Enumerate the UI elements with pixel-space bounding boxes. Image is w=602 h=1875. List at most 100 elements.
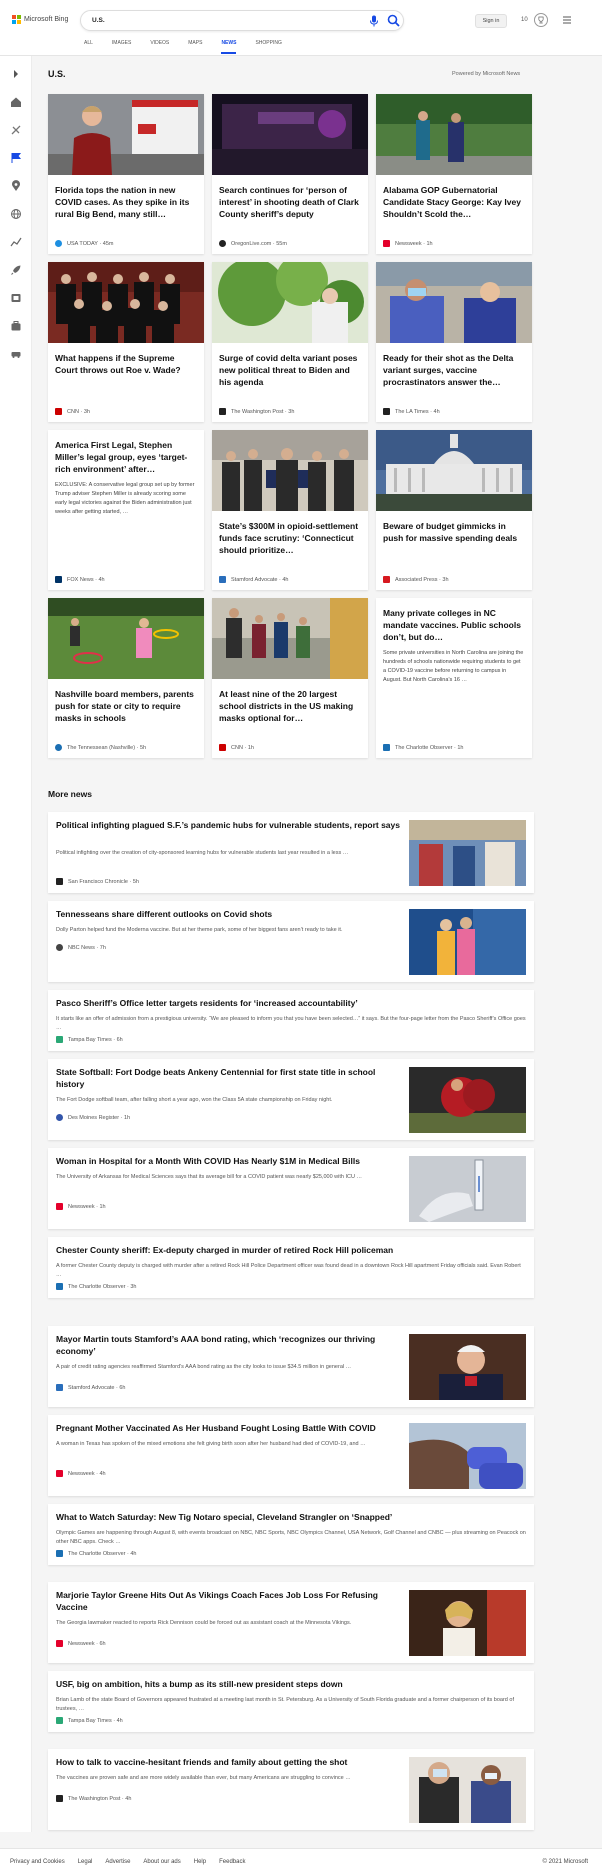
card-image [376,430,532,511]
news-title[interactable]: How to talk to vaccine-hesitant friends … [56,1756,401,1768]
list-item[interactable]: What to Watch Saturday: New Tig Notaro s… [48,1504,534,1565]
news-snippet: A woman in Texas has spoken of the mixed… [56,1441,366,1447]
source-name: Newsweek [395,240,422,247]
card-title[interactable]: Many private colleges in NC mandate vacc… [383,607,525,643]
news-card[interactable]: Search continues for ‘person of interest… [212,94,368,254]
list-item[interactable]: Tennesseans share different outlooks on … [48,901,534,982]
film-icon[interactable] [10,292,22,304]
news-card[interactable]: Beware of budget gimmicks in push for ma… [376,430,532,590]
card-image [48,94,204,175]
list-item[interactable]: Political infighting plagued S.F.’s pand… [48,812,534,893]
footer-link-about-ads[interactable]: About our ads [143,1859,180,1865]
tab-videos[interactable]: VIDEOS [150,40,169,55]
card-title[interactable]: Beware of budget gimmicks in push for ma… [383,520,525,544]
list-item[interactable]: Pasco Sheriff’s Office letter targets re… [48,990,534,1051]
tab-images[interactable]: IMAGES [112,40,131,55]
footer-link-privacy[interactable]: Privacy and Cookies [10,1859,65,1865]
tab-shopping[interactable]: SHOPPING [255,40,281,55]
source-name: The Charlotte Observer [395,744,453,751]
card-title[interactable]: Search continues for ‘person of interest… [219,184,361,220]
news-card[interactable]: At least nine of the 20 largest school d… [212,598,368,758]
bing-logo[interactable]: Microsoft Bing [12,15,68,24]
news-title[interactable]: Pasco Sheriff’s Office letter targets re… [56,997,526,1009]
sf-chronicle-logo-icon [56,878,63,885]
charlotte-observer-logo-icon [383,744,390,751]
card-title[interactable]: Florida tops the nation in new COVID cas… [55,184,197,220]
tab-all[interactable]: ALL [84,40,93,55]
list-item[interactable]: Woman in Hospital for a Month With COVID… [48,1148,534,1229]
news-image [409,1757,526,1823]
list-item[interactable]: How to talk to vaccine-hesitant friends … [48,1749,534,1830]
list-item[interactable]: USF, big on ambition, hits a bump as its… [48,1671,534,1732]
source-name: Des Moines Register [68,1114,120,1121]
list-item[interactable]: Marjorie Taylor Greene Hits Out As Vikin… [48,1582,534,1663]
sign-in-button[interactable]: Sign in [475,14,507,28]
news-card[interactable]: State’s $300M in opioid-settlement funds… [212,430,368,590]
card-title[interactable]: State’s $300M in opioid-settlement funds… [219,520,361,556]
news-card[interactable]: Florida tops the nation in new COVID cas… [48,94,204,254]
microphone-icon[interactable] [369,15,379,27]
list-item[interactable]: State Softball: Fort Dodge beats Ankeny … [48,1059,534,1140]
news-title[interactable]: Chester County sheriff: Ex-deputy charge… [56,1244,526,1256]
card-title[interactable]: At least nine of the 20 largest school d… [219,688,361,724]
source-name: Newsweek [68,1470,95,1477]
card-title[interactable]: What happens if the Supreme Court throws… [55,352,197,376]
card-title[interactable]: Alabama GOP Gubernatorial Candidate Stac… [383,184,525,220]
news-card[interactable]: Alabama GOP Gubernatorial Candidate Stac… [376,94,532,254]
briefcase-icon[interactable] [10,320,22,332]
source-time: 3h [288,408,295,415]
footer-link-advertise[interactable]: Advertise [105,1859,130,1865]
news-snippet: The Fort Dodge softball team, after fall… [56,1097,333,1103]
news-title[interactable]: Mayor Martin touts Stamford’s AAA bond r… [56,1333,401,1357]
expand-chevron-icon[interactable] [10,68,22,80]
flag-icon[interactable] [10,152,22,164]
news-source: San Francisco Chronicle · 5h [56,878,139,885]
list-item[interactable]: Chester County sheriff: Ex-deputy charge… [48,1237,534,1298]
washington-post-logo-icon [219,408,226,415]
home-icon[interactable] [10,96,22,108]
news-title[interactable]: Woman in Hospital for a Month With COVID… [56,1155,401,1167]
location-pin-icon[interactable] [10,180,22,192]
powered-by[interactable]: Powered by Microsoft News [452,71,520,77]
news-title[interactable]: USF, big on ambition, hits a bump as its… [56,1678,526,1690]
card-image [212,598,368,679]
stamford-advocate-logo-icon [219,576,226,583]
news-title[interactable]: Political infighting plagued S.F.’s pand… [56,819,401,831]
footer-link-feedback[interactable]: Feedback [219,1859,245,1865]
card-image [212,430,368,511]
tab-news[interactable]: NEWS [221,40,237,55]
card-title[interactable]: Surge of covid delta variant poses new p… [219,352,361,388]
search-icon[interactable] [387,14,400,27]
rewards-trophy-icon[interactable] [534,13,548,27]
footer-link-help[interactable]: Help [194,1859,206,1865]
news-card[interactable]: Surge of covid delta variant poses new p… [212,262,368,422]
news-title[interactable]: State Softball: Fort Dodge beats Ankeny … [56,1066,401,1090]
card-title[interactable]: Nashville board members, parents push fo… [55,688,197,724]
list-item[interactable]: Mayor Martin touts Stamford’s AAA bond r… [48,1326,534,1407]
news-source: NBC News · 7h [56,944,106,951]
news-card[interactable]: America First Legal, Stephen Miller’s le… [48,430,204,590]
source-name: The Charlotte Observer [68,1550,126,1557]
news-title[interactable]: Marjorie Taylor Greene Hits Out As Vikin… [56,1589,401,1613]
search-box[interactable]: U.S. [80,10,404,31]
card-title[interactable]: Ready for their shot as the Delta varian… [383,352,525,388]
news-title[interactable]: What to Watch Saturday: New Tig Notaro s… [56,1511,526,1523]
tools-icon[interactable] [10,124,22,136]
list-item[interactable]: Pregnant Mother Vaccinated As Her Husban… [48,1415,534,1496]
globe-icon[interactable] [10,208,22,220]
chart-icon[interactable] [10,236,22,248]
news-title[interactable]: Tennesseans share different outlooks on … [56,908,401,920]
menu-icon[interactable] [563,16,571,24]
search-input[interactable]: U.S. [92,17,105,24]
tab-maps[interactable]: MAPS [188,40,202,55]
news-image [409,1423,526,1489]
card-title[interactable]: America First Legal, Stephen Miller’s le… [55,439,197,475]
news-card[interactable]: What happens if the Supreme Court throws… [48,262,204,422]
footer-link-legal[interactable]: Legal [78,1859,93,1865]
rocket-icon[interactable] [10,264,22,276]
car-icon[interactable] [10,348,22,360]
news-title[interactable]: Pregnant Mother Vaccinated As Her Husban… [56,1422,401,1434]
news-card[interactable]: Many private colleges in NC mandate vacc… [376,598,532,758]
news-card[interactable]: Nashville board members, parents push fo… [48,598,204,758]
news-card[interactable]: Ready for their shot as the Delta varian… [376,262,532,422]
